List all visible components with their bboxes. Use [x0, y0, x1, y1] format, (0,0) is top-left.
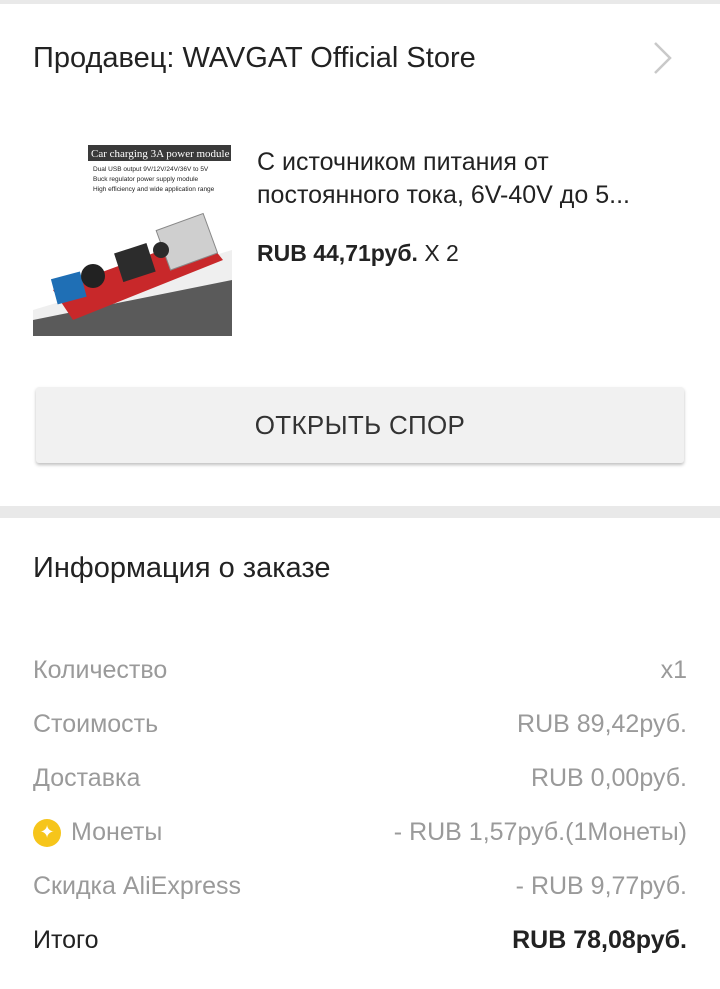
info-row-coins: ✦ Монеты - RUB 1,57руб.(1Монеты)	[33, 808, 687, 862]
image-caption-line-2: Buck regulator power supply module	[93, 176, 199, 183]
product-title-line-1: С источником питания от	[257, 148, 549, 176]
info-row-total: Итого RUB 78,08руб.	[33, 916, 687, 970]
image-caption-title: Car charging 3A power module	[91, 148, 230, 160]
product-quantity: X 2	[424, 240, 459, 266]
seller-name: Продавец: WAVGAT Official Store	[33, 42, 476, 74]
product-item[interactable]: Car charging 3A power module Dual USB ou…	[33, 140, 687, 340]
info-row-discount: Скидка AliExpress - RUB 9,77руб.	[33, 862, 687, 916]
row-label: Итого	[33, 926, 99, 954]
chevron-right-icon	[654, 42, 672, 74]
coin-icon: ✦	[33, 818, 61, 847]
row-label: Стоимость	[33, 710, 159, 738]
row-value: - RUB 9,77руб.	[515, 872, 687, 900]
product-title-line-2: постоянного тока, 6V-40V до 5...	[257, 181, 630, 209]
product-price: RUB 44,71руб.	[257, 240, 418, 266]
row-label: Скидка AliExpress	[33, 872, 241, 900]
row-value: RUB 0,00руб.	[530, 764, 687, 792]
product-title: С источником питания от постоянного тока…	[257, 146, 687, 212]
row-label-coins: ✦ Монеты	[33, 818, 162, 847]
info-row-shipping: Доставка RUB 0,00руб.	[33, 754, 687, 808]
row-value: RUB 89,42руб.	[517, 710, 687, 738]
row-label: Доставка	[33, 764, 141, 792]
row-value: - RUB 1,57руб.(1Монеты)	[393, 818, 687, 846]
seller-row[interactable]: Продавец: WAVGAT Official Store	[33, 36, 682, 80]
row-value: RUB 78,08руб.	[512, 926, 687, 954]
image-caption-line-1: Dual USB output 9V/12V/24V/36V to 5V	[93, 166, 209, 173]
info-row-quantity: Количество x1	[33, 646, 687, 700]
row-value: x1	[660, 656, 687, 684]
product-price-row: RUB 44,71руб. X 2	[257, 236, 459, 270]
order-info-card: Информация о заказе Количество x1 Стоимо…	[0, 518, 720, 989]
info-row-cost: Стоимость RUB 89,42руб.	[33, 700, 687, 754]
seller-card: Продавец: WAVGAT Official Store Car char…	[0, 4, 720, 506]
row-label: Монеты	[71, 818, 163, 846]
order-info-rows: Количество x1 Стоимость RUB 89,42руб. До…	[33, 646, 687, 970]
row-label: Количество	[33, 656, 168, 684]
image-caption-line-3: High efficiency and wide application ran…	[93, 186, 215, 193]
open-dispute-button[interactable]: ОТКРЫТЬ СПОР	[36, 387, 684, 463]
product-image: Car charging 3A power module Dual USB ou…	[33, 140, 232, 336]
order-info-title: Информация о заказе	[33, 552, 331, 584]
